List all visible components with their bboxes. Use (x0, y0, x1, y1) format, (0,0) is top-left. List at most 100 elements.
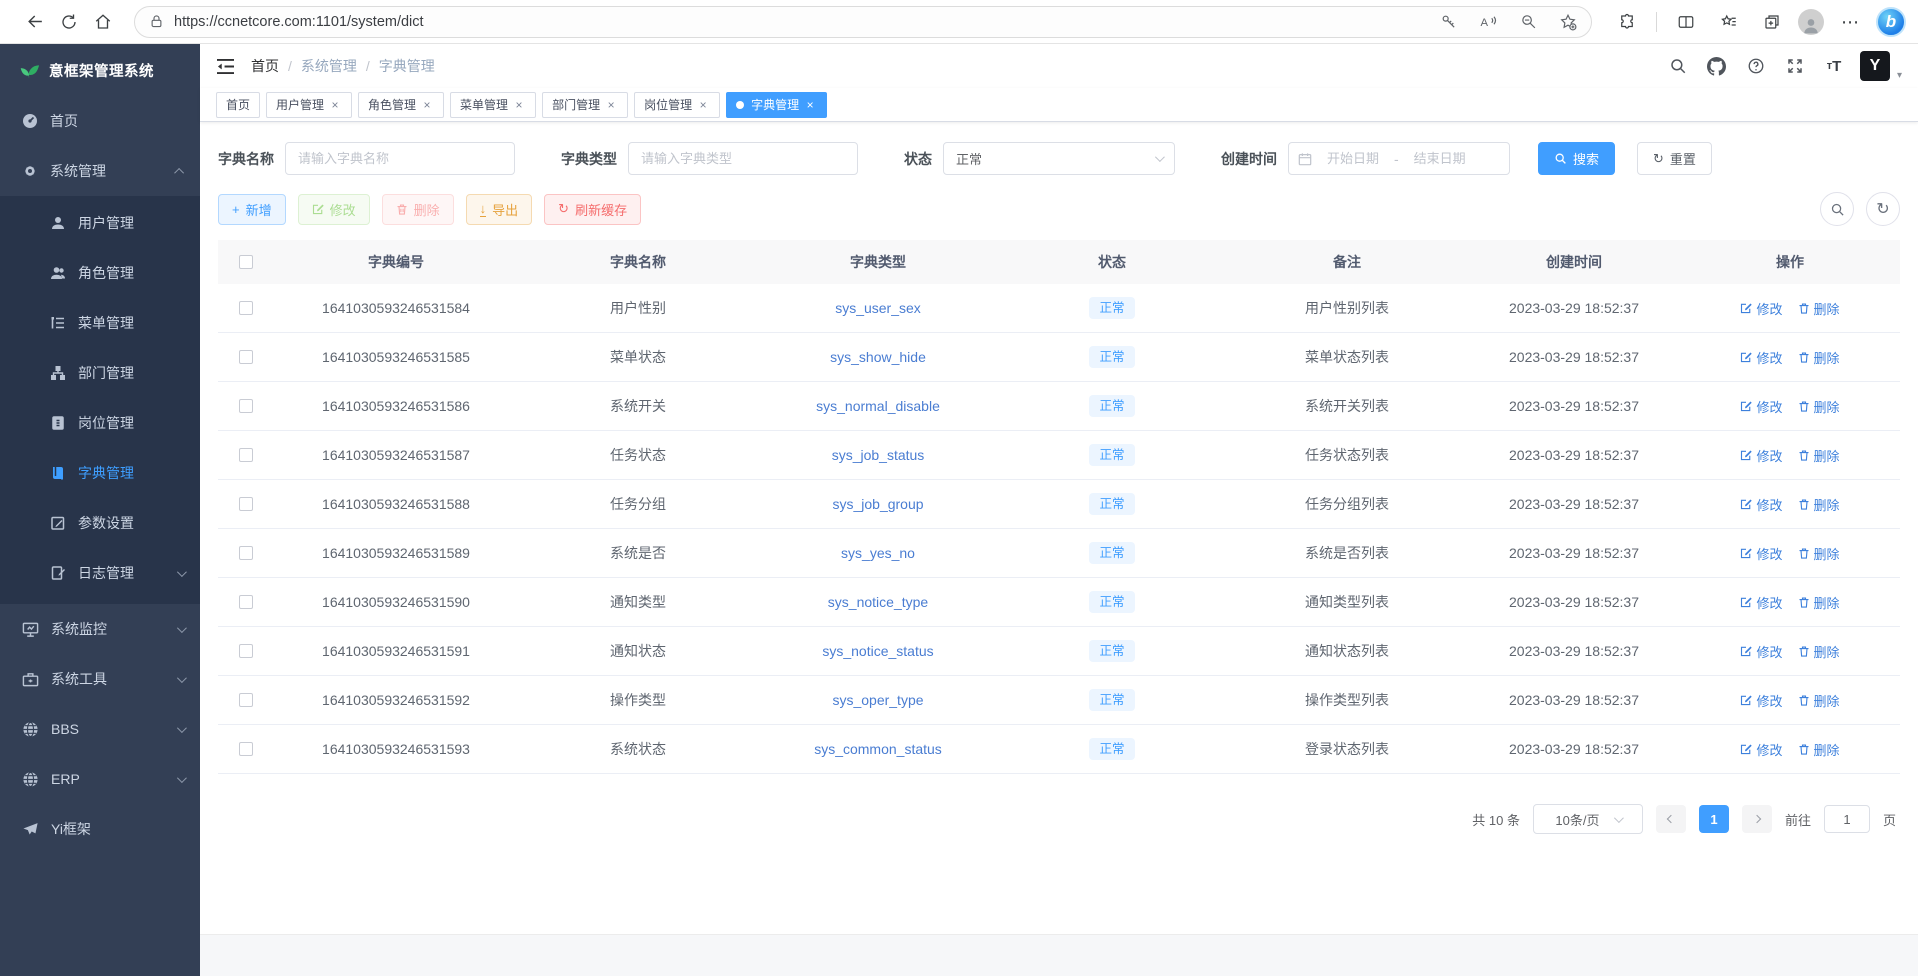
breadcrumb-home[interactable]: 首页 (251, 56, 279, 76)
read-aloud-icon[interactable]: A (1471, 5, 1505, 39)
dict-name-input[interactable] (285, 142, 515, 175)
browser-back-icon[interactable] (18, 5, 52, 39)
start-date-input[interactable] (1317, 151, 1389, 166)
address-bar[interactable]: https://ccnetcore.com:1101/system/dict A (134, 6, 1592, 38)
row-checkbox[interactable] (239, 350, 253, 364)
row-checkbox[interactable] (239, 546, 253, 560)
close-tab-icon[interactable]: × (420, 98, 434, 112)
row-delete-link[interactable]: 删除 (1798, 740, 1840, 759)
dict-type-link[interactable]: sys_notice_type (828, 594, 928, 610)
row-delete-link[interactable]: 删除 (1798, 642, 1840, 661)
sidebar-item-tools[interactable]: 系统工具 (0, 654, 200, 704)
font-size-icon[interactable]: тT (1821, 53, 1847, 79)
row-delete-link[interactable]: 删除 (1798, 544, 1840, 563)
row-edit-link[interactable]: 修改 (1740, 397, 1782, 416)
add-button[interactable]: + 新增 (218, 194, 286, 225)
fullscreen-icon[interactable] (1782, 53, 1808, 79)
zoom-out-icon[interactable] (1511, 5, 1545, 39)
sidebar-item-dictionary[interactable]: 字典管理 (0, 448, 200, 498)
tab-post-mgmt[interactable]: 岗位管理× (634, 92, 720, 118)
status-select[interactable]: 正常 (943, 142, 1175, 175)
edit-button[interactable]: 修改 (298, 194, 370, 225)
row-delete-link[interactable]: 删除 (1798, 446, 1840, 465)
prev-page-button[interactable] (1656, 805, 1686, 833)
row-edit-link[interactable]: 修改 (1740, 642, 1782, 661)
next-page-button[interactable] (1742, 805, 1772, 833)
collections-icon[interactable] (1755, 5, 1789, 39)
dict-type-link[interactable]: sys_oper_type (832, 692, 923, 708)
sidebar-item-posts[interactable]: 岗位管理 (0, 398, 200, 448)
search-button[interactable]: 搜索 (1538, 142, 1615, 175)
row-edit-link[interactable]: 修改 (1740, 299, 1782, 318)
date-range-picker[interactable]: - (1288, 142, 1510, 175)
row-delete-link[interactable]: 删除 (1798, 397, 1840, 416)
split-screen-icon[interactable] (1669, 5, 1703, 39)
row-delete-link[interactable]: 删除 (1798, 495, 1840, 514)
sidebar-item-bbs[interactable]: BBS (0, 704, 200, 754)
close-tab-icon[interactable]: × (604, 98, 618, 112)
dict-type-link[interactable]: sys_show_hide (830, 349, 926, 365)
row-checkbox[interactable] (239, 399, 253, 413)
delete-button[interactable]: 删除 (382, 194, 454, 225)
extensions-icon[interactable] (1610, 5, 1644, 39)
url-text[interactable]: https://ccnetcore.com:1101/system/dict (174, 14, 1431, 30)
row-checkbox[interactable] (239, 595, 253, 609)
row-checkbox[interactable] (239, 693, 253, 707)
github-icon[interactable] (1704, 53, 1730, 79)
reset-button[interactable]: ↻ 重置 (1637, 142, 1712, 175)
row-edit-link[interactable]: 修改 (1740, 593, 1782, 612)
lock-icon[interactable] (149, 14, 164, 29)
dict-type-link[interactable]: sys_user_sex (835, 300, 921, 316)
dict-type-link[interactable]: sys_job_status (832, 447, 925, 463)
copilot-bing-icon[interactable]: b (1876, 7, 1906, 37)
dict-type-link[interactable]: sys_yes_no (841, 545, 915, 561)
more-icon[interactable]: ⋯ (1833, 5, 1867, 39)
row-edit-link[interactable]: 修改 (1740, 495, 1782, 514)
dict-type-link[interactable]: sys_job_group (832, 496, 923, 512)
breadcrumb-system[interactable]: 系统管理 (301, 56, 357, 76)
dict-type-link[interactable]: sys_normal_disable (816, 398, 940, 414)
export-button[interactable]: ↓ 导出 (466, 194, 533, 225)
profile-avatar[interactable] (1798, 9, 1824, 35)
refresh-table-button[interactable]: ↻ (1866, 192, 1900, 226)
tab-user-mgmt[interactable]: 用户管理× (266, 92, 352, 118)
row-checkbox[interactable] (239, 301, 253, 315)
tab-dept-mgmt[interactable]: 部门管理× (542, 92, 628, 118)
user-avatar[interactable]: Y (1860, 51, 1890, 81)
row-edit-link[interactable]: 修改 (1740, 446, 1782, 465)
favorite-star-add-icon[interactable] (1551, 5, 1585, 39)
password-key-icon[interactable] (1431, 5, 1465, 39)
row-edit-link[interactable]: 修改 (1740, 544, 1782, 563)
browser-home-icon[interactable] (86, 5, 120, 39)
row-checkbox[interactable] (239, 742, 253, 756)
browser-refresh-icon[interactable] (52, 5, 86, 39)
select-all-checkbox[interactable] (239, 255, 253, 269)
row-edit-link[interactable]: 修改 (1740, 348, 1782, 367)
help-icon[interactable] (1743, 53, 1769, 79)
close-tab-icon[interactable]: × (803, 98, 817, 112)
close-tab-icon[interactable]: × (328, 98, 342, 112)
close-tab-icon[interactable]: × (696, 98, 710, 112)
row-delete-link[interactable]: 删除 (1798, 299, 1840, 318)
header-search-icon[interactable] (1665, 53, 1691, 79)
sidebar-item-roles[interactable]: 角色管理 (0, 248, 200, 298)
row-checkbox[interactable] (239, 448, 253, 462)
refresh-cache-button[interactable]: ↻ 刷新缓存 (544, 194, 641, 225)
sidebar-collapse-icon[interactable] (216, 58, 235, 75)
tab-menu-mgmt[interactable]: 菜单管理× (450, 92, 536, 118)
dict-type-input[interactable] (628, 142, 858, 175)
end-date-input[interactable] (1404, 151, 1476, 166)
close-tab-icon[interactable]: × (512, 98, 526, 112)
row-delete-link[interactable]: 删除 (1798, 348, 1840, 367)
row-edit-link[interactable]: 修改 (1740, 740, 1782, 759)
sidebar-item-departments[interactable]: 部门管理 (0, 348, 200, 398)
sidebar-item-logs[interactable]: 日志管理 (0, 548, 200, 598)
row-edit-link[interactable]: 修改 (1740, 691, 1782, 710)
tab-home[interactable]: 首页 (216, 92, 260, 118)
goto-page-input[interactable] (1824, 805, 1870, 833)
current-page[interactable]: 1 (1699, 805, 1729, 833)
show-search-toggle-button[interactable] (1820, 192, 1854, 226)
row-checkbox[interactable] (239, 497, 253, 511)
sidebar-item-yi-framework[interactable]: Yi框架 (0, 804, 200, 854)
sidebar-item-menus[interactable]: 菜单管理 (0, 298, 200, 348)
